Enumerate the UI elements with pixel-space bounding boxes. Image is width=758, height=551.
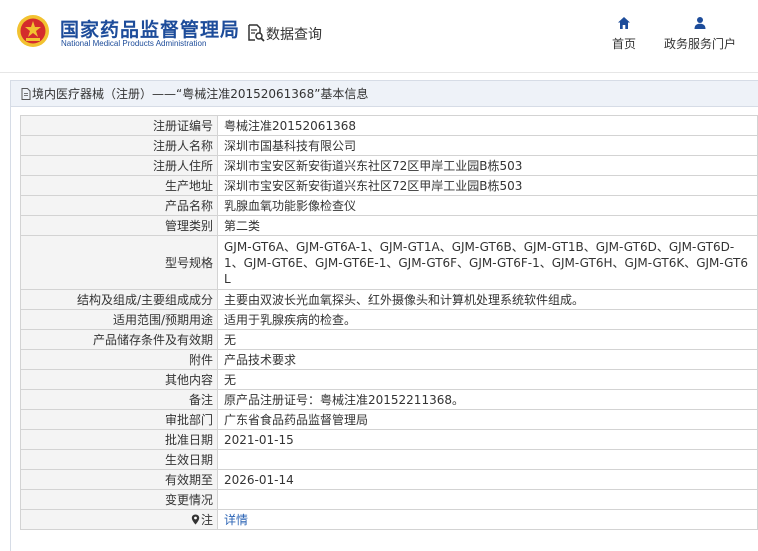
nav-home[interactable]: 首页 (604, 16, 644, 56)
table-row: 产品储存条件及有效期 无 (20, 329, 758, 350)
table-row: 注 详情 (20, 509, 758, 530)
table-row: 附件 产品技术要求 (20, 349, 758, 370)
breadcrumb: 境内医疗器械（注册）——“粤械注准20152061368”基本信息 (11, 81, 758, 107)
field-value: 产品技术要求 (217, 349, 758, 370)
document-icon (21, 88, 31, 100)
field-value: 2021-01-15 (217, 429, 758, 450)
field-label: 注册证编号 (20, 115, 218, 136)
table-row: 型号规格 GJM-GT6A、GJM-GT6A-1、GJM-GT1A、GJM-GT… (20, 235, 758, 290)
site-title[interactable]: 国家药品监督管理局 (60, 15, 240, 42)
field-label: 其他内容 (20, 369, 218, 390)
field-label: 注册人名称 (20, 135, 218, 156)
field-label: 型号规格 (20, 235, 218, 290)
field-label: 审批部门 (20, 409, 218, 430)
table-row: 管理类别 第二类 (20, 215, 758, 236)
field-label: 产品储存条件及有效期 (20, 329, 218, 350)
field-label: 附件 (20, 349, 218, 370)
nav-home-label: 首页 (611, 37, 636, 51)
header-divider (0, 72, 758, 73)
nav-gov-portal[interactable]: 政务服务门户 (660, 16, 740, 56)
user-icon (694, 17, 706, 29)
field-value: 粤械注准20152061368 (217, 115, 758, 136)
field-label: 有效期至 (20, 469, 218, 490)
field-label: 批准日期 (20, 429, 218, 450)
field-value: 无 (217, 329, 758, 350)
site-title-en: National Medical Products Administration (61, 39, 207, 48)
field-value: 主要由双波长光血氧探头、红外摄像头和计算机处理系统软件组成。 (217, 289, 758, 310)
table-row: 批准日期 2021-01-15 (20, 429, 758, 450)
nmpa-emblem-icon[interactable] (16, 14, 50, 48)
data-query-label[interactable]: 数据查询 (266, 24, 322, 44)
nav-gov-portal-label: 政务服务门户 (663, 37, 736, 51)
home-icon (618, 17, 630, 29)
table-row: 注册人住所 深圳市宝安区新安街道兴东社区72区甲岸工业园B栋503 (20, 155, 758, 176)
table-row: 审批部门 广东省食品药品监督管理局 (20, 409, 758, 430)
table-row: 生效日期 (20, 449, 758, 470)
field-label: 管理类别 (20, 215, 218, 236)
field-label: 生产地址 (20, 175, 218, 196)
field-value: 2026-01-14 (217, 469, 758, 490)
table-row: 产品名称 乳腺血氧功能影像检查仪 (20, 195, 758, 216)
field-value: 深圳市宝安区新安街道兴东社区72区甲岸工业园B栋503 (217, 175, 758, 196)
field-label: 产品名称 (20, 195, 218, 216)
field-value: 无 (217, 369, 758, 390)
field-value (217, 449, 758, 470)
note-label-cell: 注 (20, 509, 218, 530)
table-row: 注册证编号 粤械注准20152061368 (20, 115, 758, 136)
table-row: 结构及组成/主要组成成分 主要由双波长光血氧探头、红外摄像头和计算机处理系统软件… (20, 289, 758, 310)
detail-link[interactable]: 详情 (224, 513, 248, 527)
field-value: 乳腺血氧功能影像检查仪 (217, 195, 758, 216)
field-label: 注册人住所 (20, 155, 218, 176)
map-pin-icon (191, 514, 200, 524)
field-label: 适用范围/预期用途 (20, 309, 218, 330)
table-row: 生产地址 深圳市宝安区新安街道兴东社区72区甲岸工业园B栋503 (20, 175, 758, 196)
field-value: 广东省食品药品监督管理局 (217, 409, 758, 430)
info-table: 注册证编号 粤械注准20152061368 注册人名称 深圳市国基科技有限公司 … (20, 115, 758, 530)
table-row: 有效期至 2026-01-14 (20, 469, 758, 490)
field-value: 适用于乳腺疾病的检查。 (217, 309, 758, 330)
field-label: 结构及组成/主要组成成分 (20, 289, 218, 310)
breadcrumb-text: 境内医疗器械（注册）——“粤械注准20152061368”基本信息 (32, 87, 369, 101)
field-value: 第二类 (217, 215, 758, 236)
field-value (217, 489, 758, 510)
site-header: 国家药品监督管理局 National Medical Products Admi… (0, 0, 758, 72)
data-query-icon (248, 24, 265, 42)
table-row: 备注 原产品注册证号：粤械注准20152211368。 (20, 389, 758, 410)
table-row: 其他内容 无 (20, 369, 758, 390)
table-row: 注册人名称 深圳市国基科技有限公司 (20, 135, 758, 156)
field-value: 详情 (217, 509, 758, 530)
field-label: 备注 (20, 389, 218, 410)
table-row: 适用范围/预期用途 适用于乳腺疾病的检查。 (20, 309, 758, 330)
table-row: 变更情况 (20, 489, 758, 510)
field-value: GJM-GT6A、GJM-GT6A-1、GJM-GT1A、GJM-GT6B、GJ… (217, 235, 758, 290)
field-value: 原产品注册证号：粤械注准20152211368。 (217, 389, 758, 410)
field-value: 深圳市国基科技有限公司 (217, 135, 758, 156)
field-value: 深圳市宝安区新安街道兴东社区72区甲岸工业园B栋503 (217, 155, 758, 176)
field-label: 变更情况 (20, 489, 218, 510)
field-label: 注 (200, 512, 213, 527)
info-panel: 境内医疗器械（注册）——“粤械注准20152061368”基本信息 注册证编号 … (10, 80, 758, 551)
field-label: 生效日期 (20, 449, 218, 470)
